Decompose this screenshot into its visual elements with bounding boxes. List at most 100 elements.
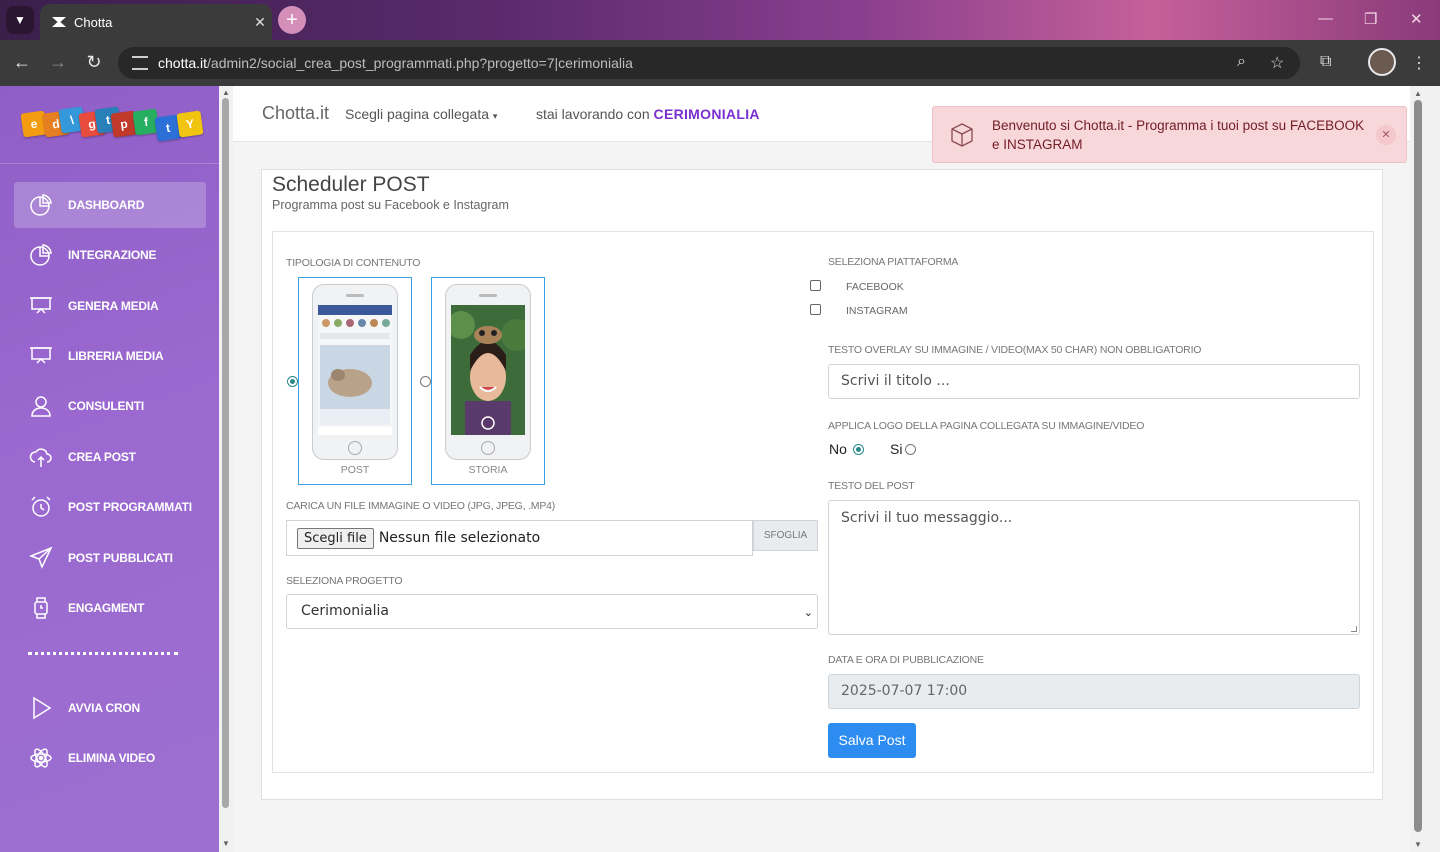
zoom-icon[interactable]: ⌕ <box>1237 53 1246 71</box>
logo-no-radio[interactable] <box>852 443 864 455</box>
page-select-label: Scegli pagina collegata <box>345 106 489 122</box>
scrollbar-thumb[interactable] <box>222 98 229 808</box>
post-text-label: TESTO DEL POST <box>828 480 915 492</box>
facebook-checkbox[interactable] <box>810 280 821 291</box>
page-select-dropdown[interactable]: Scegli pagina collegata ▾ <box>345 106 497 122</box>
tab-search-button[interactable]: ▼ <box>6 6 34 34</box>
facebook-label: FACEBOOK <box>846 281 904 293</box>
sidebar-item-integrazione[interactable]: INTEGRAZIONE <box>14 232 206 278</box>
atom-icon <box>28 745 54 771</box>
paper-plane-icon <box>28 545 54 571</box>
sidebar-item-post-programmati[interactable]: POST PROGRAMMATI <box>14 484 206 530</box>
logo-si-option[interactable]: Si <box>890 441 917 457</box>
alert-close-button[interactable]: ✕ <box>1376 125 1396 145</box>
sidebar-scrollbar[interactable]: ▲ ▼ <box>219 86 233 852</box>
sidebar-item-label: POST PUBBLICATI <box>68 551 173 565</box>
date-time-value: 2025-07-07 17:00 <box>841 683 968 699</box>
back-icon[interactable]: ← <box>10 52 34 73</box>
project-select[interactable]: Cerimonialia ⌄ <box>286 594 818 629</box>
sidebar-item-elimina-video[interactable]: ELIMINA VIDEO <box>14 735 206 781</box>
address-bar[interactable]: chotta.it/admin2/social_crea_post_progra… <box>118 47 1300 79</box>
profile-avatar[interactable] <box>1368 48 1396 76</box>
reload-icon[interactable]: ↻ <box>82 52 106 73</box>
chevron-down-icon: ▼ <box>14 13 26 27</box>
date-time-input[interactable]: 2025-07-07 17:00 <box>828 674 1360 709</box>
pie-chart-icon <box>28 192 54 218</box>
choose-file-button[interactable]: Scegli file <box>297 527 374 549</box>
sidebar-item-post-pubblicati[interactable]: POST PUBBLICATI <box>14 535 206 581</box>
close-window-icon[interactable]: ✕ <box>1410 10 1423 28</box>
site-settings-icon[interactable] <box>132 56 148 70</box>
brand-link[interactable]: Chotta.it <box>262 103 329 124</box>
content-type-post-label: POST <box>340 464 370 476</box>
sidebar-item-label: GENERA MEDIA <box>68 299 159 313</box>
logo[interactable]: e d \ g t p f t Y <box>0 86 219 164</box>
sidebar-item-libreria-media[interactable]: LIBRERIA MEDIA <box>14 333 206 379</box>
browser-menu-icon[interactable]: ⋮ <box>1411 53 1427 73</box>
phone-post-preview <box>312 284 398 460</box>
sidebar-divider <box>28 652 178 655</box>
card-subtitle: Programma post su Facebook e Instagram <box>272 198 509 212</box>
browse-button[interactable]: SFOGLIA <box>753 520 818 551</box>
restore-icon[interactable]: ❐ <box>1364 10 1377 28</box>
browser-tab[interactable]: Chotta ✕ <box>40 4 272 40</box>
forward-icon[interactable]: → <box>46 52 70 73</box>
sidebar-item-label: POST PROGRAMMATI <box>68 500 192 514</box>
sidebar-item-consulenti[interactable]: CONSULENTI <box>14 383 206 429</box>
chevron-down-icon: ⌄ <box>803 606 813 619</box>
project-label: SELEZIONA PROGETTO <box>286 575 403 587</box>
instagram-checkbox[interactable] <box>810 304 821 315</box>
logo-no-option[interactable]: No <box>829 441 864 457</box>
sidebar: e d \ g t p f t Y DASHBOARD INTEGRAZIONE… <box>0 86 219 852</box>
content-type-post-option[interactable]: POST <box>298 277 412 485</box>
caret-down-icon: ▾ <box>492 111 498 121</box>
scroll-up-icon[interactable]: ▲ <box>222 88 230 97</box>
bowtie-favicon-icon <box>52 17 66 27</box>
scheduler-form: TIPOLOGIA DI CONTENUTO POST STORIA CARIC… <box>272 231 1374 773</box>
post-preview-image <box>318 305 392 435</box>
tab-close-icon[interactable]: ✕ <box>248 14 272 31</box>
project-select-value: Cerimonialia <box>301 603 389 619</box>
scroll-down-icon[interactable]: ▼ <box>222 839 230 848</box>
post-text-area[interactable]: Scrivi il tuo messaggio... <box>828 500 1360 635</box>
new-tab-button[interactable]: + <box>278 6 306 34</box>
extensions-icon[interactable]: ⧉ <box>1320 53 1331 71</box>
overlay-placeholder: Scrivi il titolo ... <box>841 373 950 389</box>
sidebar-item-label: INTEGRAZIONE <box>68 248 157 262</box>
working-prefix: stai lavorando con <box>536 106 650 122</box>
phone-speaker <box>346 294 364 297</box>
sidebar-item-label: DASHBOARD <box>68 198 145 212</box>
scrollbar-thumb[interactable] <box>1414 100 1422 832</box>
scroll-up-icon[interactable]: ▲ <box>1414 89 1422 98</box>
welcome-alert: Benvenuto si Chotta.it - Programma i tuo… <box>932 106 1407 163</box>
sidebar-item-dashboard[interactable]: DASHBOARD <box>14 182 206 228</box>
phone-home-button <box>348 441 362 455</box>
scroll-down-icon[interactable]: ▼ <box>1414 840 1422 849</box>
phone-storia-preview <box>445 284 531 460</box>
tab-title: Chotta <box>74 14 113 30</box>
sidebar-item-avvia-cron[interactable]: AVVIA CRON <box>14 685 206 731</box>
overlay-text-input[interactable]: Scrivi il titolo ... <box>828 364 1360 399</box>
url-path: /admin2/social_crea_post_programmati.php… <box>207 55 633 71</box>
sidebar-item-crea-post[interactable]: CREA POST <box>14 434 206 480</box>
page-scrollbar[interactable]: ▲ ▼ <box>1410 86 1440 852</box>
minimize-icon[interactable]: — <box>1318 10 1333 27</box>
content-type-storia-label: STORIA <box>468 464 508 476</box>
sidebar-item-genera-media[interactable]: GENERA MEDIA <box>14 283 206 329</box>
alert-text: Benvenuto si Chotta.it - Programma i tuo… <box>992 118 1365 152</box>
content-type-storia-radio[interactable] <box>420 376 431 387</box>
url-host: chotta.it <box>158 55 208 71</box>
instagram-label: INSTAGRAM <box>846 305 908 317</box>
resize-grip-icon[interactable] <box>1351 626 1357 632</box>
save-post-button[interactable]: Salva Post <box>828 723 916 758</box>
box-icon <box>949 122 975 148</box>
sidebar-item-label: AVVIA CRON <box>68 701 141 715</box>
content-type-storia-option[interactable]: STORIA <box>431 277 545 485</box>
content-type-post-radio[interactable] <box>287 376 298 387</box>
bookmark-star-icon[interactable]: ☆ <box>1270 53 1284 73</box>
sidebar-item-label: CREA POST <box>68 450 136 464</box>
sidebar-item-label: LIBRERIA MEDIA <box>68 349 164 363</box>
sidebar-item-engagment[interactable]: ENGAGMENT <box>14 585 206 631</box>
logo-si-radio[interactable] <box>905 443 917 455</box>
file-upload-input[interactable]: Scegli file Nessun file selezionato <box>286 520 753 556</box>
